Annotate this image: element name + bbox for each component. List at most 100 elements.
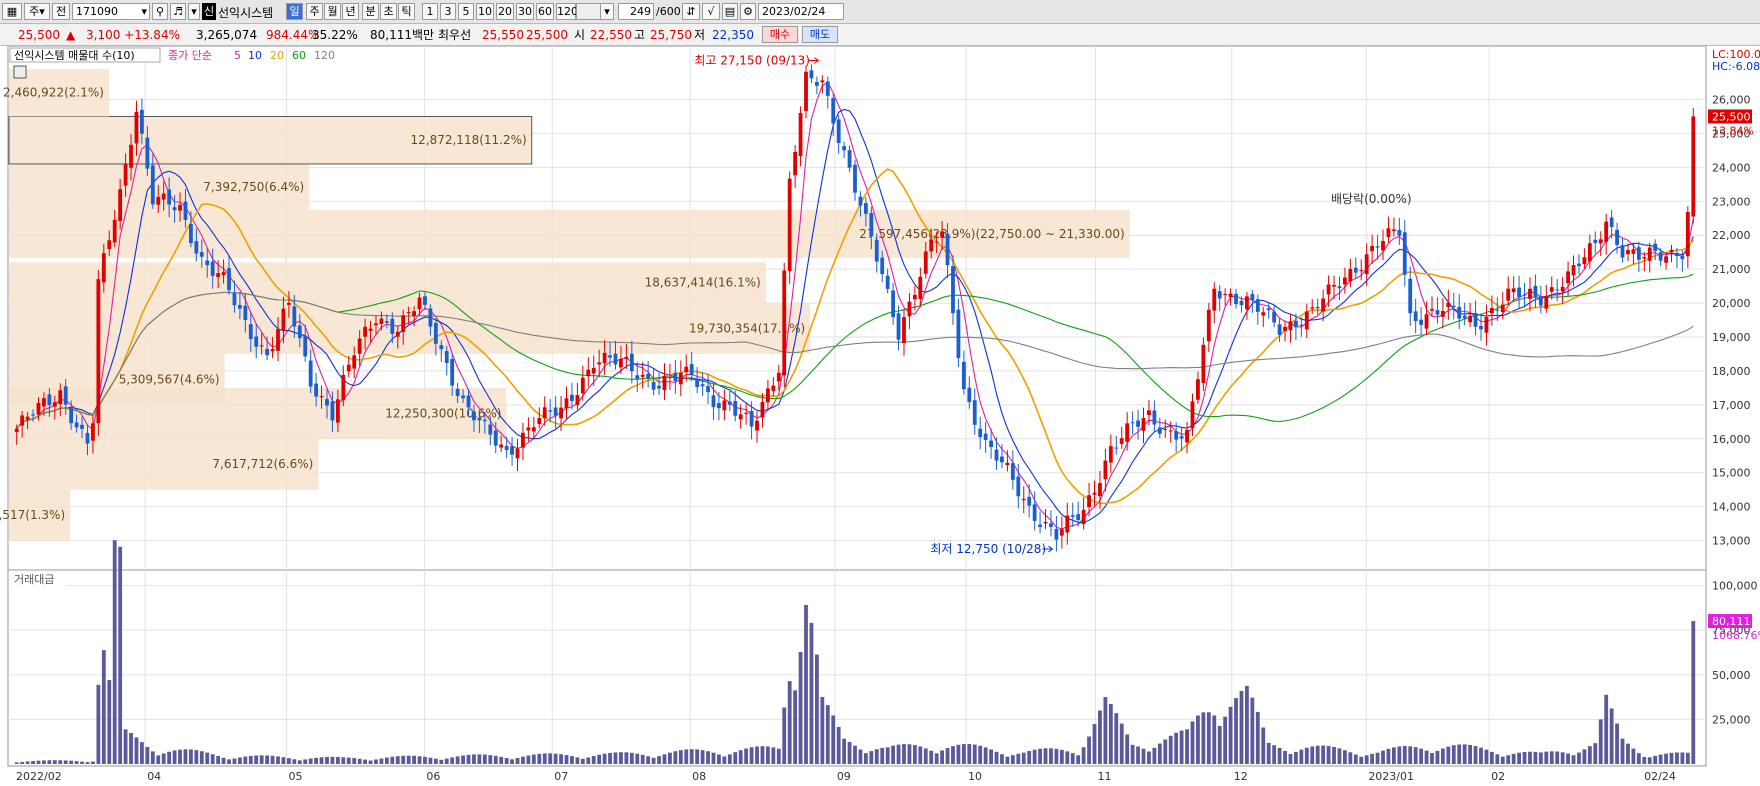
period-button-3[interactable]: 년 (342, 3, 359, 20)
volume-bar (1593, 743, 1598, 764)
volume-bar (1615, 723, 1619, 764)
save-icon[interactable]: ▤ (722, 3, 738, 20)
candle-body (140, 109, 144, 134)
period-button-2[interactable]: 월 (324, 3, 341, 20)
volume-bar (1043, 748, 1048, 764)
chevron-down-icon[interactable]: ▾ (141, 4, 147, 19)
volume-bar (259, 755, 264, 764)
candle-body (1647, 247, 1652, 261)
candle-body (1283, 326, 1287, 331)
interval-button-120[interactable]: 120 (556, 3, 578, 20)
volume-bar (477, 754, 482, 764)
candle-body (1560, 286, 1565, 292)
candle-body (145, 137, 150, 169)
date-input[interactable]: 2023/02/24 (758, 3, 844, 20)
interval-button-1[interactable]: 1 (422, 3, 438, 20)
search-icon[interactable]: ⚲ (152, 3, 168, 20)
candle-body (101, 253, 106, 283)
open-label: 시 (574, 28, 586, 42)
candle-body (1152, 410, 1157, 425)
price-tick-label: 16,000 (1712, 433, 1751, 446)
candle-body (515, 448, 520, 459)
volume-bar (1473, 746, 1478, 764)
stock-code-input[interactable]: 171090 ▾ (72, 3, 150, 20)
volume-bar (265, 755, 270, 764)
candle-body (717, 403, 721, 409)
period-button-5[interactable]: 초 (380, 3, 397, 20)
period-button-0[interactable]: 일 (286, 3, 303, 20)
candle-body (112, 219, 117, 243)
interval-button-60[interactable]: 60 (536, 3, 554, 20)
interval-button-5[interactable]: 5 (458, 3, 474, 20)
volume-bar (570, 756, 574, 764)
stock-name: 선익시스템 (218, 6, 274, 20)
candle-body (107, 240, 112, 250)
x-tick-label: 06 (426, 770, 440, 783)
volume-bar (1288, 753, 1293, 764)
period-button-1[interactable]: 주 (306, 3, 323, 20)
candle-body (1506, 288, 1511, 301)
interval-button-20[interactable]: 20 (496, 3, 514, 20)
candle-body (1375, 246, 1380, 248)
interval-button-3[interactable]: 3 (440, 3, 456, 20)
crosshair-icon[interactable]: √ (702, 3, 720, 20)
volume-bar (1010, 755, 1015, 764)
price-change: 3,100 +13.84% (86, 28, 180, 42)
volume-bar (874, 749, 879, 764)
volume-bar (1136, 746, 1140, 764)
mode-select[interactable]: 주▾ (24, 3, 50, 20)
volume-bar (1157, 743, 1162, 764)
volume-bar (145, 746, 150, 764)
candle-body (548, 410, 553, 412)
volume-bar (69, 760, 74, 764)
volume-bar (1375, 752, 1380, 764)
candle-body (793, 152, 798, 176)
volume-bar (1495, 754, 1500, 764)
candle-body (853, 164, 857, 193)
candle-body (678, 372, 683, 385)
volume-bar (983, 747, 988, 764)
volume-bar (314, 757, 319, 764)
chart-canvas[interactable]: 1,505,517(1.3%)7,617,712(6.6%)12,250,300… (0, 46, 1760, 786)
price-tick-label: 19,000 (1712, 331, 1751, 344)
volume-bar (1255, 711, 1260, 764)
sell-button[interactable]: 매도 (802, 26, 838, 43)
volume-bar (994, 751, 999, 764)
candle-body (1462, 315, 1467, 319)
candle-body (1620, 245, 1625, 258)
candle-body (368, 328, 373, 331)
candle-body (1136, 420, 1140, 427)
speaker-dropdown[interactable]: ▾ (188, 3, 200, 20)
period-button-6[interactable]: 틱 (398, 3, 415, 20)
candle-body (466, 395, 471, 408)
layout-icon[interactable]: ▦ (2, 3, 22, 20)
volume-bar (1277, 747, 1282, 764)
x-tick-label: 04 (147, 770, 161, 783)
speaker-icon[interactable]: ♬ (170, 3, 186, 20)
interval-button-10[interactable]: 10 (476, 3, 494, 20)
volume-bar (706, 751, 710, 764)
volume-bar (248, 755, 253, 764)
fill-icon[interactable]: ⇵ (682, 3, 700, 20)
volume-bar (444, 758, 449, 764)
interval-button-30[interactable]: 30 (516, 3, 534, 20)
volume-bar (1217, 725, 1222, 764)
candle-body (798, 113, 803, 156)
volume-bar (276, 756, 280, 764)
candle-body (1163, 429, 1168, 431)
period-button-4[interactable]: 분 (362, 3, 379, 20)
prev-button[interactable]: 전 (52, 3, 70, 20)
volume-bar (254, 755, 259, 764)
count-input[interactable]: 249 (618, 3, 654, 20)
buy-button[interactable]: 매수 (762, 26, 798, 43)
candle-body (1076, 514, 1081, 521)
chevron-down-icon[interactable]: ▾ (600, 3, 614, 20)
candle-body (1049, 523, 1053, 527)
volume-bar (325, 756, 329, 764)
candle-body (602, 352, 607, 364)
volume-bar (640, 754, 645, 764)
candle-body (395, 331, 400, 337)
gear-icon[interactable]: ⚙ (740, 3, 756, 20)
candle-body (537, 418, 542, 425)
volume-bar (31, 761, 35, 764)
